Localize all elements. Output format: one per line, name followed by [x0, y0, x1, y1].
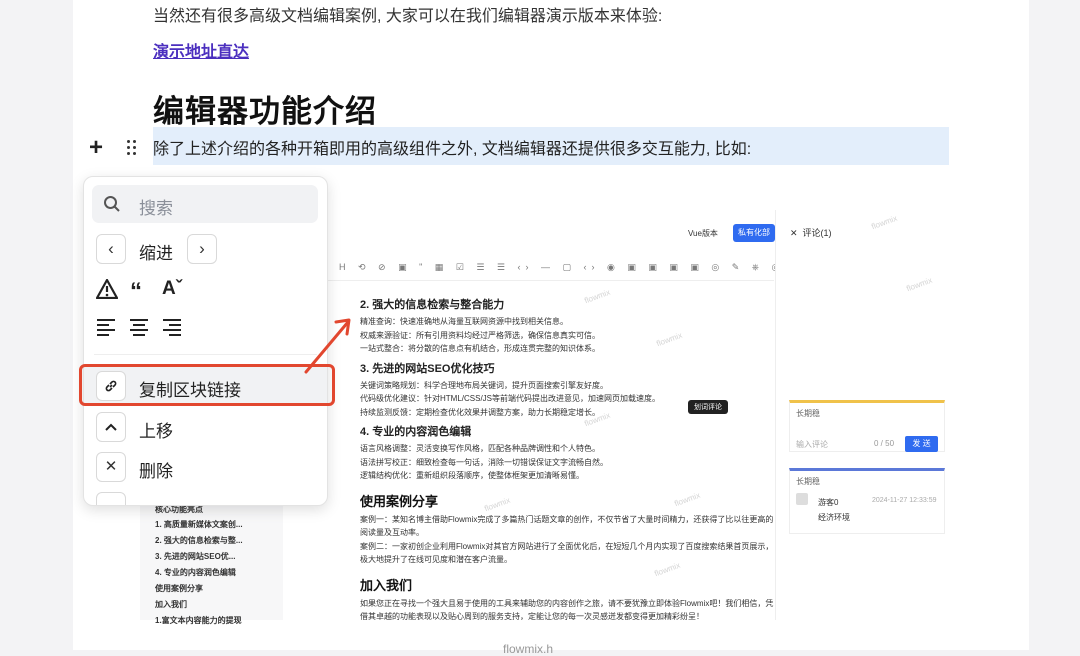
send-button[interactable]: 发 送 [905, 436, 938, 452]
divider [94, 354, 317, 355]
demo-document: 2. 强大的信息检索与整合能力 精准查询：快速准确地从海量互联网资源中找到相关信… [360, 292, 780, 620]
warning-icon[interactable] [96, 279, 118, 299]
demo-toolbar: H ⟲ ⊘ ▣ " ▦ ☑ ☰ ☰ ‹› — ▢ ‹› ◉ ▣ ▣ ▣ ▣ ◎ … [339, 262, 785, 272]
outline-item[interactable]: 使用案例分享 [155, 583, 203, 594]
demo-usage-title: 使用案例分享 [360, 493, 439, 509]
demo-list-item: 案例二：一家初创企业利用Flowmix对其官方网站进行了全面优化后，在短短几个月… [360, 541, 774, 565]
comment-input[interactable]: 输入评论 [796, 439, 828, 450]
divider [324, 280, 774, 281]
footer-text: flowmix.h [503, 642, 554, 656]
annotation-arrow-icon [304, 318, 351, 374]
align-right-icon[interactable] [162, 318, 182, 336]
move-up-label[interactable]: 上移 [139, 417, 173, 442]
font-size-icon[interactable]: Aˇ [162, 278, 182, 300]
card-title: 长期稳 [796, 409, 820, 418]
block-context-menu: 搜索 ‹ 缩进 › “ Aˇ 复制区块链接 上移 ✕ 删除 [83, 176, 328, 506]
intro-paragraph: 当然还有很多高级文档编辑案例, 大家可以在我们编辑器演示版本来体验: [153, 8, 663, 25]
demo-list-item: 语法拼写校正：细致检查每一句话，消除一切错误保证文字流畅自然。 [360, 457, 608, 467]
comment-input-card: 长期稳 输入评论 0 / 50 发 送 [789, 400, 945, 452]
outline-item[interactable]: 1.富文本内容能力的提现 [155, 615, 242, 626]
outline-item[interactable]: 1. 高质量新媒体文案创... [155, 519, 243, 530]
outdent-button[interactable]: ‹ [96, 234, 126, 264]
comment-user: 游客0 [818, 498, 839, 507]
demo-section-title: 2. 强大的信息检索与整合能力 [360, 299, 505, 311]
private-deploy-button[interactable]: 私有化部 [733, 224, 775, 242]
more-item-icon[interactable] [96, 492, 126, 505]
demo-join-title: 加入我们 [360, 577, 413, 593]
selected-block[interactable]: 除了上述介绍的各种开箱即用的高级组件之外, 文档编辑器还提供很多交互能力, 比如… [153, 127, 949, 165]
delete-icon[interactable]: ✕ [96, 452, 126, 482]
menu-search[interactable]: 搜索 [92, 185, 318, 223]
section-heading: 编辑器功能介绍 [153, 94, 377, 129]
comment-counter: 0 / 50 [874, 439, 895, 448]
comment-time: 2024-11-27 12:33:59 [872, 497, 937, 504]
comment-panel: ✕ 评论(1) flowmix flowmix flowmix 长期稳 输入评论… [775, 210, 949, 620]
outline-sidebar: 核心功能亮点 1. 高质量新媒体文案创... 2. 强大的信息检索与整... 3… [140, 490, 283, 625]
demo-section-title: 4. 专业的内容润色编辑 [360, 426, 472, 438]
search-input[interactable]: 搜索 [139, 194, 173, 219]
outline-item[interactable]: 3. 先进的网站SEO优... [155, 551, 235, 562]
selected-block-text: 除了上述介绍的各种开箱即用的高级组件之外, 文档编辑器还提供很多交互能力, 比如… [153, 141, 752, 158]
watermark: flowmix [870, 213, 899, 232]
demo-section-title: 3. 先进的网站SEO优化技巧 [360, 362, 495, 375]
add-block-plus-icon[interactable]: + [89, 134, 103, 162]
annotation-highlight-box [79, 364, 335, 406]
search-icon [104, 196, 120, 212]
delete-label[interactable]: 删除 [139, 457, 173, 482]
outline-item[interactable]: 2. 强大的信息检索与整... [155, 535, 243, 546]
comment-panel-title: ✕ 评论(1) [790, 228, 832, 238]
align-center-icon[interactable] [129, 318, 149, 336]
move-up-icon[interactable] [96, 412, 126, 442]
watermark: flowmix [905, 275, 934, 294]
demo-list-item: 权威来源验证：所有引用资料均经过严格筛选，确保信息真实可信。 [360, 330, 600, 340]
indent-label: 缩进 [139, 244, 173, 263]
demo-list-item: 案例一：某知名博主借助Flowmix完成了多篇热门话题文章的创作，不仅节省了大量… [360, 514, 774, 538]
demo-list-item: 逻辑结构优化：重新组织段落顺序，使整体框架更加清晰易懂。 [360, 471, 584, 480]
demo-join-text: 如果您正在寻找一个强大且易于使用的工具来辅助您的内容创作之旅，请不要犹豫立即体验… [360, 598, 774, 621]
comment-card: 长期稳 游客0 2024-11-27 12:33:59 经济环境 [789, 468, 945, 534]
avatar [796, 493, 808, 505]
vue-version-label[interactable]: Vue版本 [688, 228, 718, 239]
outline-item[interactable]: 4. 专业的内容润色编辑 [155, 567, 236, 578]
demo-list-item: 关键词策略规划：科学合理地布局关键词，提升页面搜索引擎友好度。 [360, 380, 608, 390]
comment-text: 经济环境 [818, 513, 850, 522]
drag-handle-icon[interactable] [126, 139, 138, 157]
demo-list-item: 一站式整合：将分散的信息点有机结合，形成连贯完整的知识体系。 [360, 344, 600, 353]
quote-icon[interactable]: “ [130, 278, 142, 306]
demo-list-item: 语言风格调整：灵活变换写作风格，匹配各种品牌调性和个人特色。 [360, 444, 600, 453]
outline-item[interactable]: 加入我们 [155, 599, 187, 610]
indent-button[interactable]: › [187, 234, 217, 264]
align-left-icon[interactable] [96, 318, 116, 336]
demo-link[interactable]: 演示地址直达 [153, 38, 249, 62]
demo-list-item: 精准查询：快速准确地从海量互联网资源中找到相关信息。 [360, 317, 568, 326]
comment-tooltip[interactable]: 划词评论 [688, 400, 728, 414]
editor-demo-screenshot: Vue版本 私有化部 H ⟲ ⊘ ▣ " ▦ ☑ ☰ ☰ ‹› — ▢ ‹› ◉… [284, 210, 949, 620]
card-title: 长期稳 [796, 477, 820, 486]
